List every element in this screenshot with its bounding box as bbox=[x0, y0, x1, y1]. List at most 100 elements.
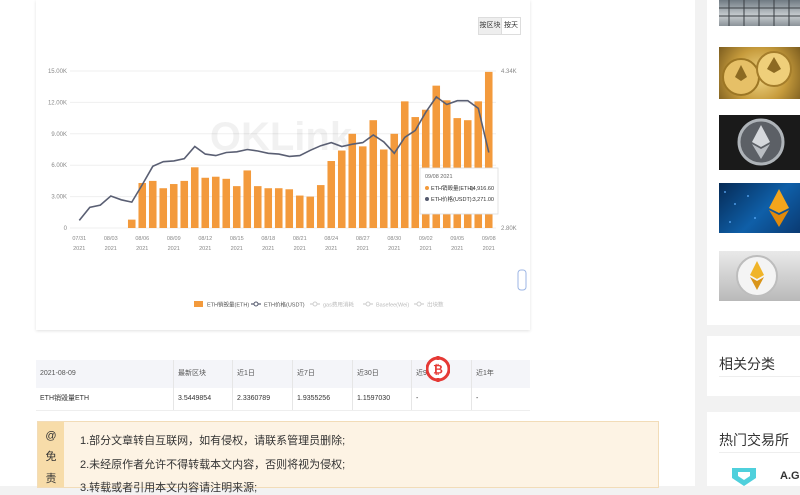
burn-bar bbox=[127, 219, 136, 228]
tooltip-series-label: ETH价格(USDT): bbox=[431, 195, 474, 203]
main-content: 按区块 按天 0 3.00K 6.00K 9.00K 12.00K 15.00K 4.34K… bbox=[0, 0, 695, 494]
burn-bar bbox=[400, 101, 409, 228]
hot-exchanges-panel: 热门交易所 A.G bbox=[707, 412, 800, 486]
x-axis-tick-label: 08/21 bbox=[293, 236, 307, 242]
burn-bar bbox=[316, 185, 325, 228]
legend-label: Basefee(Wei) bbox=[376, 303, 409, 309]
burn-bar bbox=[285, 189, 294, 228]
stats-header-row: 2021-08-09 最新区块 近1日 近7日 近30日 近90日 近1年 bbox=[36, 360, 530, 388]
x-axis-tick-year: 2021 bbox=[420, 246, 432, 252]
burn-bar bbox=[348, 133, 357, 228]
stats-header-date: 2021-08-09 bbox=[40, 370, 76, 377]
x-axis-tick-year: 2021 bbox=[73, 246, 85, 252]
x-axis-tick-label: 08/09 bbox=[167, 236, 181, 242]
stats-header-1y: 近1年 bbox=[476, 370, 494, 377]
burn-bar bbox=[274, 188, 283, 228]
legend-swatch-marker bbox=[416, 301, 422, 307]
x-axis-tick-year: 2021 bbox=[388, 246, 400, 252]
x-axis-tick-year: 2021 bbox=[199, 246, 211, 252]
x-axis-tick-label: 07/31 bbox=[72, 236, 86, 242]
y-axis-tick-label: 6.00K bbox=[51, 163, 67, 169]
x-axis-tick-year: 2021 bbox=[231, 246, 243, 252]
disclaimer-label: @ 免 责 bbox=[38, 422, 64, 487]
x-axis-tick-label: 08/15 bbox=[230, 236, 244, 242]
mining-rig-thumbnail[interactable] bbox=[719, 0, 800, 26]
burn-bar bbox=[201, 177, 210, 228]
burn-bar bbox=[264, 188, 273, 228]
at-icon: @ bbox=[45, 430, 57, 442]
stats-data-row: ETH销毁量ETH 3.5449854 2.3360789 1.9355256 … bbox=[36, 388, 530, 411]
disclaimer-line-1: 1.部分文章转自互联网，如有侵权，请联系管理员删除; bbox=[80, 435, 346, 447]
burn-bar bbox=[211, 176, 220, 228]
stats-latest-value: 3.5449854 bbox=[178, 395, 212, 402]
silver-eth-coin-thumbnail[interactable] bbox=[719, 115, 800, 170]
burn-bar bbox=[159, 188, 168, 228]
burn-bar bbox=[148, 180, 157, 228]
disclaimer-line-2: 2.未经原作者允许不得转载本文内容，否则将视为侵权; bbox=[80, 459, 346, 471]
stats-7d-value: 1.9355256 bbox=[297, 395, 331, 402]
burn-bar bbox=[180, 180, 189, 228]
x-axis-tick-label: 08/06 bbox=[135, 236, 149, 242]
stats-header-30d: 近30日 bbox=[357, 370, 379, 377]
legend-swatch-marker bbox=[253, 301, 259, 307]
stats-metric-name: ETH销毁量ETH bbox=[40, 395, 89, 402]
y2-axis-tick-label: 4.34K bbox=[501, 69, 517, 75]
x-axis-tick-label: 09/02 bbox=[419, 236, 433, 242]
x-axis-tick-label: 08/30 bbox=[387, 236, 401, 242]
y-axis-tick-label: 15.00K bbox=[48, 69, 67, 75]
legend-label: ETH销毁量(ETH) bbox=[207, 301, 249, 309]
exchange-name[interactable]: A.G bbox=[780, 470, 800, 482]
burn-bar bbox=[232, 186, 241, 228]
related-categories-panel: 相关分类 bbox=[707, 336, 800, 396]
burn-bar bbox=[295, 195, 304, 228]
disclaimer-line-3: 3.转载或者引用本文内容请注明来源; bbox=[80, 482, 258, 494]
x-axis-tick-year: 2021 bbox=[136, 246, 148, 252]
burn-bar bbox=[243, 170, 252, 228]
tooltip-series-label: ETH销毁量(ETH): bbox=[431, 184, 475, 192]
legend-label: 出块数 bbox=[427, 301, 444, 309]
related-categories-title: 相关分类 bbox=[719, 356, 775, 372]
tooltip-series-dot bbox=[425, 197, 429, 201]
digital-eth-thumbnail[interactable] bbox=[719, 183, 800, 233]
stats-90d-value: - bbox=[416, 395, 419, 402]
x-axis-tick-label: 08/24 bbox=[324, 236, 338, 242]
eth-coin-white-thumbnail[interactable] bbox=[719, 251, 800, 301]
zoom-handle bbox=[517, 269, 527, 291]
burn-bar bbox=[306, 196, 315, 228]
y-axis-tick-label: 0 bbox=[64, 226, 68, 232]
burn-bar bbox=[379, 149, 388, 228]
x-axis-tick-year: 2021 bbox=[357, 246, 369, 252]
stats-1d-value: 2.3360789 bbox=[237, 395, 271, 402]
burn-bar bbox=[327, 161, 336, 228]
x-axis-tick-year: 2021 bbox=[451, 246, 463, 252]
x-axis-tick-year: 2021 bbox=[483, 246, 495, 252]
tooltip-date: 09/08 2021 bbox=[425, 174, 453, 180]
exchange-logo-icon[interactable] bbox=[730, 468, 758, 486]
x-axis-tick-year: 2021 bbox=[105, 246, 117, 252]
hot-exchanges-title: 热门交易所 bbox=[719, 432, 789, 448]
tooltip-series-value: 14,916.60 bbox=[470, 186, 494, 192]
legend-label: gas费用消耗 bbox=[323, 301, 354, 309]
tooltip-series-dot bbox=[425, 186, 429, 190]
burn-bar bbox=[337, 150, 346, 228]
tooltip-series-value: 3,271.00 bbox=[473, 197, 494, 203]
y-axis-tick-label: 12.00K bbox=[48, 100, 67, 106]
x-axis-tick-year: 2021 bbox=[262, 246, 274, 252]
burn-bar bbox=[222, 178, 231, 228]
legend-swatch-marker bbox=[312, 301, 318, 307]
eth-burn-chart-card: 按区块 按天 0 3.00K 6.00K 9.00K 12.00K 15.00K 4.34K… bbox=[36, 0, 530, 330]
burn-bar bbox=[411, 117, 420, 228]
stats-30d-value: 1.1597030 bbox=[357, 395, 391, 402]
x-axis-tick-label: 09/08 bbox=[482, 236, 496, 242]
eth-burn-chart: 03.00K6.00K9.00K12.00K15.00K 4.34K2.80KOK… bbox=[48, 69, 527, 309]
burn-stats-table: 2021-08-09 最新区块 近1日 近7日 近30日 近90日 近1年 ET… bbox=[36, 360, 530, 411]
burn-bar bbox=[169, 184, 178, 228]
bitcoin-logo-icon: ₿ bbox=[426, 356, 450, 382]
gold-eth-coins-thumbnail[interactable] bbox=[719, 47, 800, 99]
legend-swatch-marker bbox=[365, 301, 371, 307]
burn-bar bbox=[358, 146, 367, 228]
y-axis-tick-label: 9.00K bbox=[51, 132, 67, 138]
disclaimer-box: @ 免 责 1.部分文章转自互联网，如有侵权，请联系管理员删除; 2.未经原作者… bbox=[37, 421, 659, 494]
y2-axis-tick-label: 2.80K bbox=[501, 226, 517, 232]
legend-label: ETH价格(USDT) bbox=[264, 301, 305, 309]
